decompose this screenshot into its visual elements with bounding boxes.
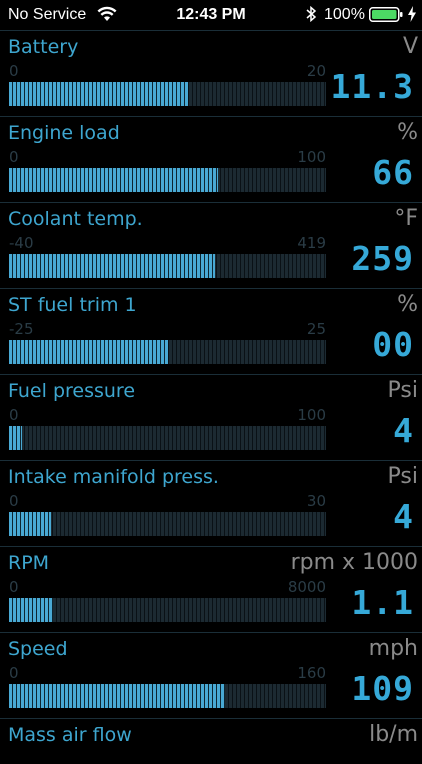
gauge-unit: lb/m bbox=[369, 722, 418, 747]
gauge-intake-manifold-press[interactable]: Intake manifold press. Psi 0 30 4 bbox=[0, 460, 422, 546]
gauge-max: 30 bbox=[306, 492, 326, 510]
gauge-max: 8000 bbox=[287, 578, 326, 596]
gauge-label: Battery bbox=[8, 36, 79, 58]
charging-bolt-icon bbox=[408, 6, 416, 22]
gauge-list[interactable]: Battery V 0 20 11.3 Engine load % 0 100 … bbox=[0, 30, 422, 764]
gauge-value: 259 bbox=[351, 239, 414, 278]
battery-icon bbox=[369, 7, 403, 22]
gauge-min: 0 bbox=[9, 492, 19, 510]
gauge-mass-air-flow[interactable]: Mass air flow lb/m bbox=[0, 718, 422, 764]
gauge-bar-fill bbox=[9, 168, 218, 192]
gauge-bar bbox=[9, 512, 326, 536]
gauge-bar-fill bbox=[9, 340, 168, 364]
gauge-max: 160 bbox=[297, 664, 326, 682]
gauge-max: 25 bbox=[306, 320, 326, 338]
gauge-bar bbox=[9, 168, 326, 192]
gauge-max: 419 bbox=[297, 234, 326, 252]
gauge-bar-fill bbox=[9, 598, 53, 622]
gauge-bar bbox=[9, 254, 326, 278]
gauge-value: 4 bbox=[393, 497, 414, 536]
gauge-label: Mass air flow bbox=[8, 724, 132, 746]
bluetooth-icon bbox=[306, 6, 317, 22]
gauge-unit: % bbox=[397, 292, 418, 317]
gauge-label: ST fuel trim 1 bbox=[8, 294, 137, 316]
gauge-min: 0 bbox=[9, 406, 19, 424]
gauge-min: 0 bbox=[9, 578, 19, 596]
gauge-unit: % bbox=[397, 120, 418, 145]
gauge-min: -40 bbox=[9, 234, 34, 252]
gauge-min: 0 bbox=[9, 148, 19, 166]
gauge-bar bbox=[9, 82, 326, 106]
gauge-unit: Psi bbox=[387, 378, 418, 403]
gauge-bar-fill bbox=[9, 82, 188, 106]
gauge-min: -25 bbox=[9, 320, 34, 338]
gauge-battery[interactable]: Battery V 0 20 11.3 bbox=[0, 30, 422, 116]
gauge-speed[interactable]: Speed mph 0 160 109 bbox=[0, 632, 422, 718]
gauge-fuel-pressure[interactable]: Fuel pressure Psi 0 100 4 bbox=[0, 374, 422, 460]
gauge-engine-load[interactable]: Engine load % 0 100 66 bbox=[0, 116, 422, 202]
gauge-bar-fill bbox=[9, 512, 51, 536]
battery-percent: 100% bbox=[324, 6, 365, 23]
gauge-label: Engine load bbox=[8, 122, 120, 144]
gauge-max: 100 bbox=[297, 148, 326, 166]
gauge-label: Speed bbox=[8, 638, 68, 660]
gauge-rpm[interactable]: RPM rpm x 1000 0 8000 1.1 bbox=[0, 546, 422, 632]
gauge-value: 1.1 bbox=[351, 583, 414, 622]
gauge-bar bbox=[9, 340, 326, 364]
gauge-max: 100 bbox=[297, 406, 326, 424]
gauge-bar bbox=[9, 426, 326, 450]
gauge-bar bbox=[9, 598, 326, 622]
gauge-unit: V bbox=[402, 34, 418, 59]
gauge-value: 11.3 bbox=[330, 67, 414, 106]
gauge-unit: Psi bbox=[387, 464, 418, 489]
gauge-bar-fill bbox=[9, 684, 225, 708]
status-bar: No Service 12:43 PM 100% bbox=[0, 0, 422, 30]
gauge-unit: °F bbox=[394, 206, 418, 231]
gauge-min: 0 bbox=[9, 664, 19, 682]
gauge-st-fuel-trim[interactable]: ST fuel trim 1 % -25 25 00 bbox=[0, 288, 422, 374]
gauge-value: 4 bbox=[393, 411, 414, 450]
gauge-value: 66 bbox=[372, 153, 414, 192]
gauge-label: RPM bbox=[8, 552, 50, 574]
gauge-label: Intake manifold press. bbox=[8, 466, 219, 488]
gauge-bar-fill bbox=[9, 254, 215, 278]
gauge-max: 20 bbox=[306, 62, 326, 80]
gauge-bar-fill bbox=[9, 426, 22, 450]
gauge-label: Fuel pressure bbox=[8, 380, 136, 402]
gauge-bar bbox=[9, 684, 326, 708]
gauge-value: 00 bbox=[372, 325, 414, 364]
gauge-value: 109 bbox=[351, 669, 414, 708]
gauge-unit: rpm x 1000 bbox=[290, 550, 418, 575]
gauge-coolant-temp[interactable]: Coolant temp. °F -40 419 259 bbox=[0, 202, 422, 288]
gauge-label: Coolant temp. bbox=[8, 208, 143, 230]
gauge-unit: mph bbox=[368, 636, 418, 661]
gauge-min: 0 bbox=[9, 62, 19, 80]
